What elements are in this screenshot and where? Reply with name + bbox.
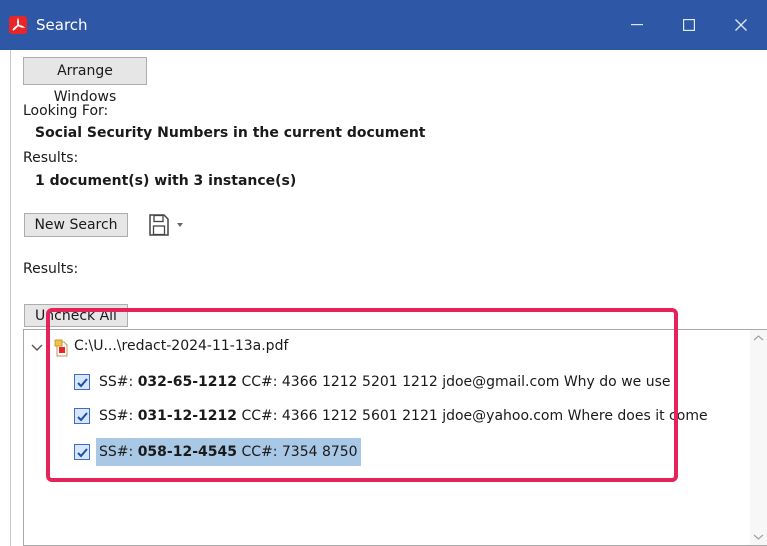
arrange-windows-button[interactable]: Arrange Windows [23, 57, 147, 105]
chevron-up-icon[interactable] [750, 330, 767, 347]
chevron-down-icon[interactable] [174, 220, 186, 230]
results-tree[interactable]: C:\U...\redact-2024-11-13a.pdf SS#: 032-… [23, 329, 767, 546]
search-panel: Arrange Windows Looking For: Social Secu… [10, 50, 767, 546]
result-checkbox[interactable] [74, 374, 90, 390]
file-name[interactable]: C:\U...\redact-2024-11-13a.pdf [74, 338, 288, 354]
minimize-button[interactable] [611, 0, 663, 50]
acrobat-icon [9, 16, 27, 34]
looking-for-value: Social Security Numbers in the current d… [35, 125, 426, 141]
maximize-icon [683, 19, 695, 31]
vertical-scrollbar[interactable] [750, 330, 767, 545]
chevron-down-icon[interactable] [750, 528, 767, 545]
results-summary-value: 1 document(s) with 3 instance(s) [35, 173, 297, 189]
checkmark-icon [77, 412, 88, 422]
save-icon[interactable] [148, 213, 170, 237]
result-checkbox[interactable] [74, 408, 90, 424]
result-text[interactable]: SS#: 058-12-4545 CC#: 7354 8750 [96, 438, 361, 466]
checkmark-icon [77, 448, 88, 458]
window-title: Search [36, 16, 88, 34]
looking-for-label: Looking For: [23, 103, 109, 119]
chevron-down-icon[interactable] [30, 343, 44, 353]
pdf-file-icon [54, 339, 68, 357]
result-checkbox[interactable] [74, 444, 90, 460]
title-bar[interactable]: Search [0, 0, 767, 50]
result-text[interactable]: SS#: 031-12-1212 CC#: 4366 1212 5601 212… [96, 402, 711, 430]
checkmark-icon [77, 378, 88, 388]
new-search-button[interactable]: New Search [24, 213, 128, 237]
close-icon [735, 19, 747, 31]
uncheck-all-button[interactable]: Uncheck All [24, 304, 128, 327]
result-text[interactable]: SS#: 032-65-1212 CC#: 4366 1212 5201 121… [96, 368, 674, 396]
results-summary-label: Results: [23, 150, 79, 166]
close-button[interactable] [715, 0, 767, 50]
results-list-label: Results: [23, 261, 79, 277]
maximize-button[interactable] [663, 0, 715, 50]
minimize-icon [631, 24, 643, 26]
